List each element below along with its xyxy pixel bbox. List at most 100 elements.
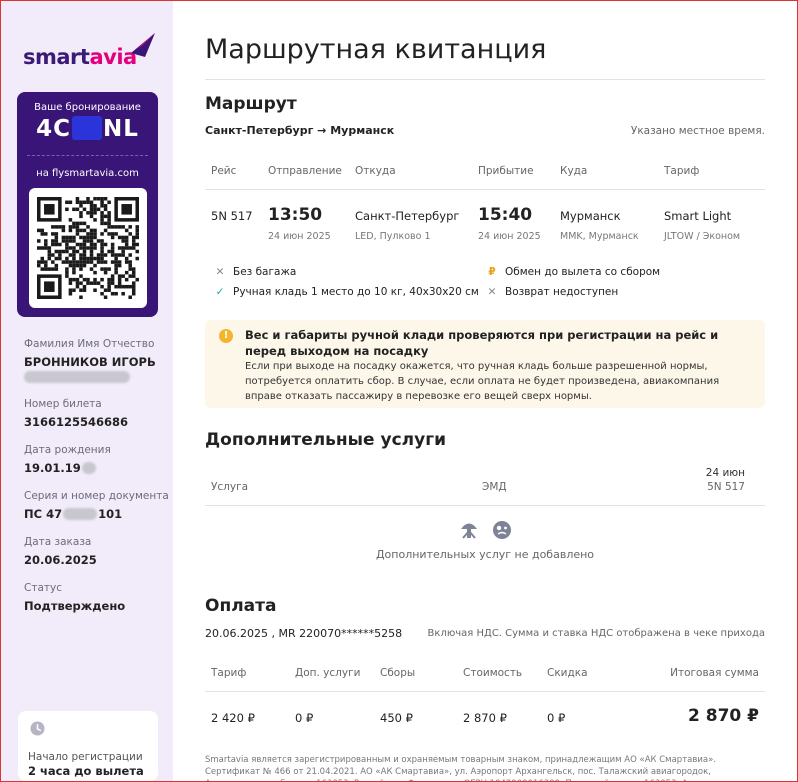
pay-total-value: 2 870 ₽ — [688, 706, 759, 726]
col-from: Откуда — [355, 165, 396, 177]
notice-body: Если при выходе на посадку окажется, что… — [245, 361, 720, 402]
document-label: Серия и номер документа — [24, 490, 169, 502]
cross-icon: ✕ — [215, 266, 225, 278]
divider — [205, 505, 765, 506]
booking-label: Ваше бронирование — [34, 102, 141, 113]
notice-title: Вес и габариты ручной клади проверяются … — [245, 328, 719, 358]
check-icon: ✓ — [215, 286, 225, 298]
qr-code-icon — [37, 197, 139, 299]
logo-smart: smart — [23, 45, 90, 69]
birth-date-text: 19.01.19 — [24, 461, 81, 475]
pay-discount-value: 0 ₽ — [547, 711, 566, 725]
passenger-name-field: Фамилия Имя Отчество БРОННИКОВ ИГОРЬ — [24, 338, 156, 384]
col-pay-discount: Скидка — [547, 667, 588, 679]
status-value: Подтверждено — [24, 599, 126, 613]
empty-services-icon — [461, 521, 511, 539]
vat-note: Включая НДС. Сумма и ставка НДС отображе… — [427, 628, 765, 639]
condition-hand-luggage: ✓ Ручная кладь 1 место до 10 кг, 40x30x20… — [213, 286, 479, 298]
warning-icon: ! — [219, 329, 233, 343]
booking-divider — [27, 155, 148, 156]
col-pay-fees: Сборы — [380, 667, 416, 679]
booking-site: на flysmartavia.com — [36, 168, 139, 179]
empty-services-illustration — [458, 519, 514, 545]
arrival-date: 24 июн 2025 — [478, 231, 541, 242]
to-airport: MMK, Мурманск — [560, 231, 639, 242]
ticket-number-label: Номер билета — [24, 398, 102, 410]
departure-time: 13:50 — [268, 205, 323, 225]
col-arrival: Прибытие — [478, 165, 534, 177]
document-field: Серия и номер документа ПС 47 101 — [24, 490, 169, 521]
redacted-blur — [81, 462, 96, 474]
col-pay-cost: Стоимость — [463, 667, 523, 679]
birth-date-label: Дата рождения — [24, 444, 111, 456]
condition-exchange: ₽ Обмен до вылета со сбором — [485, 266, 660, 278]
qr-code — [29, 188, 147, 308]
col-pay-total: Итоговая сумма — [670, 667, 759, 679]
document-value: ПС 47 101 — [24, 507, 169, 521]
redacted-blur — [63, 508, 98, 520]
ticket-number-value: 3166125546686 — [24, 415, 129, 429]
col-flight: Рейс — [211, 165, 237, 177]
registration-value: 2 часа до вылета — [28, 764, 144, 778]
condition-text: Возврат недоступен — [505, 286, 619, 298]
col-to: Куда — [560, 165, 588, 177]
document-prefix: ПС 47 — [24, 507, 63, 521]
order-date-field: Дата заказа 20.06.2025 — [24, 536, 97, 567]
from-airport: LED, Пулково 1 — [355, 231, 431, 242]
empty-services-text: Дополнительных услуг не добавлено — [375, 548, 595, 561]
birth-date-value: 19.01.19 — [24, 461, 111, 475]
col-pay-fare: Тариф — [211, 667, 247, 679]
divider — [205, 189, 765, 190]
condition-baggage: ✕ Без багажа — [213, 266, 297, 278]
col-pay-extras: Доп. услуги — [295, 667, 361, 679]
registration-label: Начало регистрации — [28, 751, 143, 763]
status-label: Статус — [24, 582, 62, 594]
hand-luggage-notice: ! Вес и габариты ручной клади проверяютс… — [205, 320, 765, 408]
page-title: Маршрутная квитанция — [205, 34, 547, 65]
booking-code: 4C NL — [17, 116, 158, 142]
condition-text: Без багажа — [233, 266, 297, 278]
flight-number: 5N 517 — [211, 209, 253, 223]
logo-mark-icon — [131, 33, 155, 57]
divider — [205, 79, 765, 80]
pay-fare-value: 2 420 ₽ — [211, 711, 255, 725]
from-city: Санкт-Петербург — [355, 209, 460, 223]
pay-cost-value: 2 870 ₽ — [463, 711, 507, 725]
redacted-blur — [24, 371, 130, 383]
payment-title: Оплата — [205, 596, 277, 616]
document-suffix: 101 — [98, 507, 123, 521]
ruble-icon: ₽ — [488, 266, 496, 278]
route-line: Санкт-Петербург → Мурманск — [205, 124, 395, 137]
departure-date: 24 июн 2025 — [268, 231, 331, 242]
condition-text: Обмен до вылета со сбором — [505, 266, 661, 278]
order-date-value: 20.06.2025 — [24, 553, 97, 567]
smartavia-logo: smartavia — [23, 31, 163, 71]
arrival-time: 15:40 — [478, 205, 533, 225]
redaction-mask — [71, 116, 102, 140]
booking-code-prefix: 4C — [36, 116, 71, 142]
local-time-note: Указано местное время. — [630, 125, 765, 137]
condition-refund: ✕ Возврат недоступен — [485, 286, 619, 298]
fare-name: Smart Light — [664, 209, 732, 223]
col-service-date: 24 июн — [705, 467, 745, 479]
divider — [205, 691, 765, 692]
main-content: Маршрутная квитанция Маршрут Санкт-Петер… — [205, 0, 765, 782]
services-title: Дополнительные услуги — [205, 430, 446, 450]
col-service: Услуга — [211, 481, 249, 493]
booking-code-suffix: NL — [102, 116, 139, 142]
registration-card: Начало регистрации 2 часа до вылета — [18, 711, 158, 781]
fare-code: JLTOW / Эконом — [664, 231, 741, 242]
clock-icon — [30, 721, 45, 736]
birth-date-field: Дата рождения 19.01.19 — [24, 444, 111, 475]
cross-icon: ✕ — [487, 286, 497, 298]
col-departure: Отправление — [268, 165, 342, 177]
col-service-flight: 5N 517 — [707, 481, 745, 493]
pay-fees-value: 450 ₽ — [380, 711, 413, 725]
legal-footer: Smartavia является зарегистрированным и … — [205, 755, 749, 782]
pay-extras-value: 0 ₽ — [295, 711, 314, 725]
passenger-name-value: БРОННИКОВ ИГОРЬ — [24, 355, 156, 369]
booking-card: Ваше бронирование 4C NL на flysmartavia.c… — [17, 92, 158, 317]
order-date-label: Дата заказа — [24, 536, 92, 548]
ticket-number-field: Номер билета 3166125546686 — [24, 398, 128, 429]
passenger-name-label: Фамилия Имя Отчество — [24, 338, 155, 350]
